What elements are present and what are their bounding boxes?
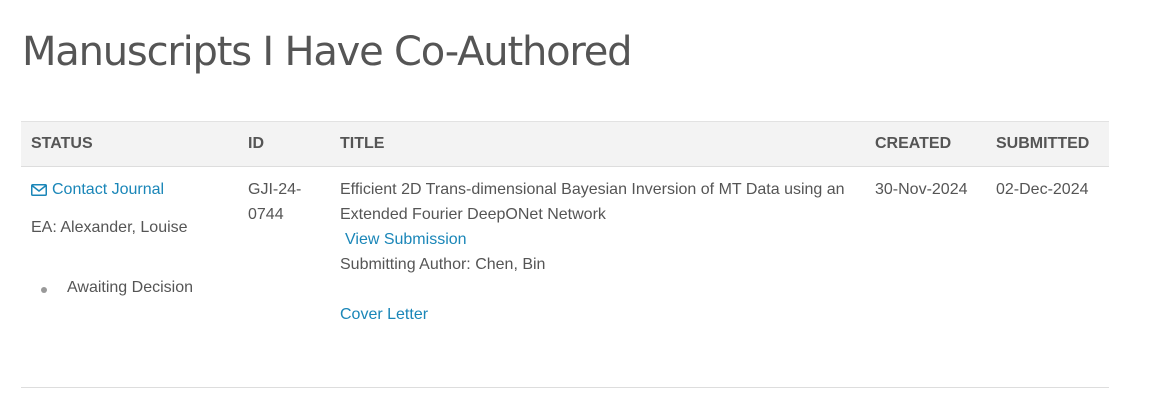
contact-journal-row: Contact Journal [31,177,228,202]
manuscripts-table: STATUS ID TITLE CREATED SUBMITTED Contac… [21,121,1109,388]
manuscript-id-part1: GJI-24- [248,181,302,198]
cover-letter-link[interactable]: Cover Letter [340,302,428,327]
page: Manuscripts I Have Co-Authored STATUS ID… [0,0,1158,413]
bullet-icon [41,287,47,293]
header-submitted: SUBMITTED [986,121,1109,167]
status-cell: Contact Journal EA: Alexander, Louise Aw… [21,166,238,388]
manuscript-title: Efficient 2D Trans-dimensional Bayesian … [340,181,845,223]
manuscript-id-part2: 0744 [248,206,284,223]
submitted-date: 02-Dec-2024 [986,166,1109,388]
submitting-author: Submitting Author: Chen, Bin [340,256,546,273]
envelope-icon[interactable] [31,183,47,196]
header-status: STATUS [21,121,238,167]
header-title: TITLE [330,121,865,167]
view-submission-link[interactable]: View Submission [345,231,467,248]
editor-assistant: EA: Alexander, Louise [31,219,188,236]
title-cell: Efficient 2D Trans-dimensional Bayesian … [330,166,865,388]
table-header-row: STATUS ID TITLE CREATED SUBMITTED [21,121,1109,167]
table-row: Contact Journal EA: Alexander, Louise Aw… [21,166,1109,388]
contact-journal-link[interactable]: Contact Journal [52,177,164,202]
status-text: Awaiting Decision [67,279,193,296]
manuscript-id: GJI-24- 0744 [248,177,312,227]
page-title: Manuscripts I Have Co-Authored [22,29,633,75]
status-item: Awaiting Decision [31,275,228,300]
header-id: ID [238,121,330,167]
header-created: CREATED [865,121,986,167]
created-date: 30-Nov-2024 [865,166,986,388]
id-cell: GJI-24- 0744 [238,166,330,388]
